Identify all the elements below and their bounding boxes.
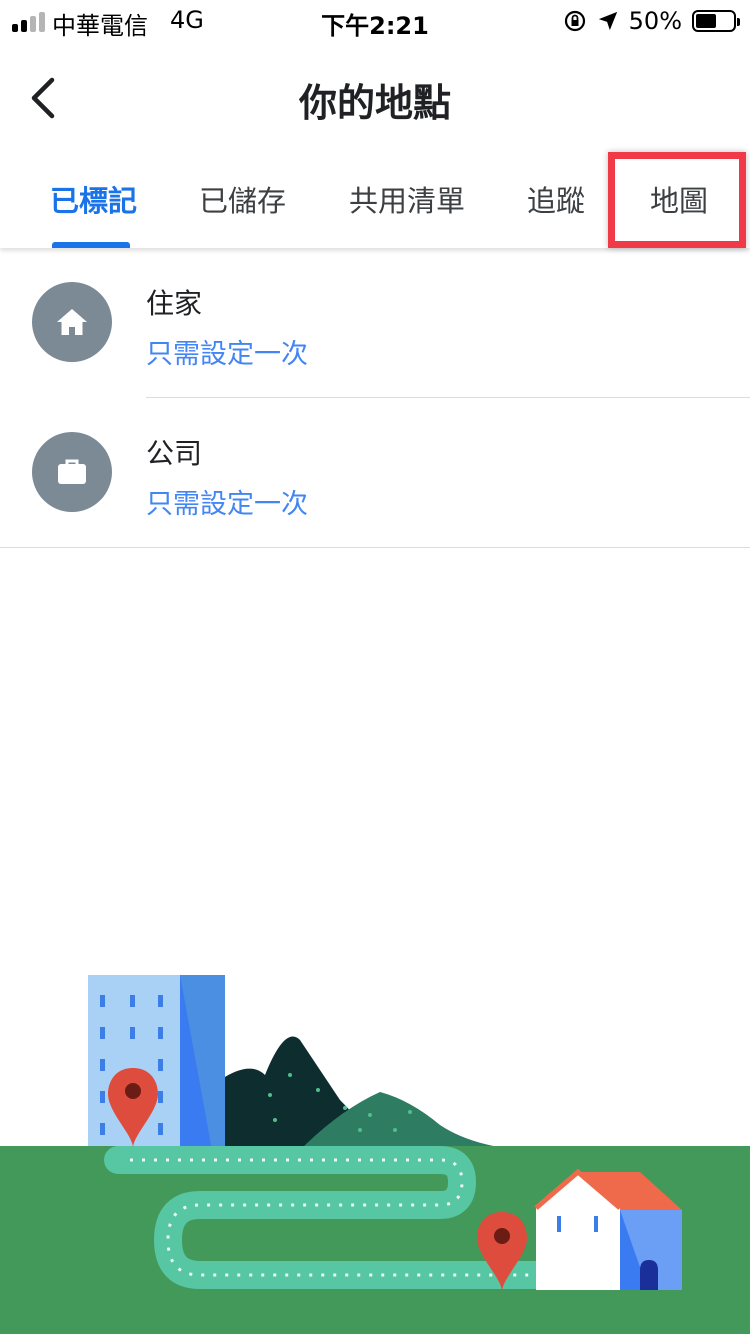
page-title: 你的地點	[298, 81, 451, 125]
tab-bar: 已標記 已儲存 共用清單 追蹤 地圖	[0, 150, 750, 248]
list-item-title: 住家	[146, 287, 203, 320]
home-avatar	[32, 282, 112, 362]
list-item-subtitle[interactable]: 只需設定一次	[146, 332, 308, 371]
rotation-lock-icon	[564, 10, 585, 32]
list-divider	[0, 547, 750, 548]
status-right-group: 50%	[563, 6, 740, 36]
tab-labeled[interactable]: 已標記	[50, 178, 137, 220]
tab-saved[interactable]: 已儲存	[199, 178, 286, 220]
house-door	[640, 1260, 658, 1290]
list-item-title: 公司	[146, 437, 203, 470]
home-icon	[57, 309, 87, 335]
battery-icon	[692, 10, 740, 32]
tab-shared-lists[interactable]: 共用清單	[349, 178, 465, 220]
app-header: 你的地點	[0, 50, 750, 146]
list-item-work[interactable]: 公司 只需設定一次	[0, 400, 750, 550]
list-divider	[146, 397, 750, 398]
briefcase-icon	[58, 459, 86, 484]
active-tab-indicator	[52, 242, 130, 248]
city-to-home-illustration	[0, 975, 750, 1334]
list-item-home[interactable]: 住家 只需設定一次	[0, 250, 750, 400]
work-avatar	[32, 432, 112, 512]
tab-maps[interactable]: 地圖	[650, 178, 708, 220]
battery-percent: 50%	[628, 7, 682, 35]
list-item-subtitle[interactable]: 只需設定一次	[146, 482, 308, 521]
tab-following[interactable]: 追蹤	[527, 178, 585, 220]
status-bar: 中華電信 4G 下午2:21 50%	[0, 0, 750, 40]
location-arrow-icon	[598, 11, 617, 31]
